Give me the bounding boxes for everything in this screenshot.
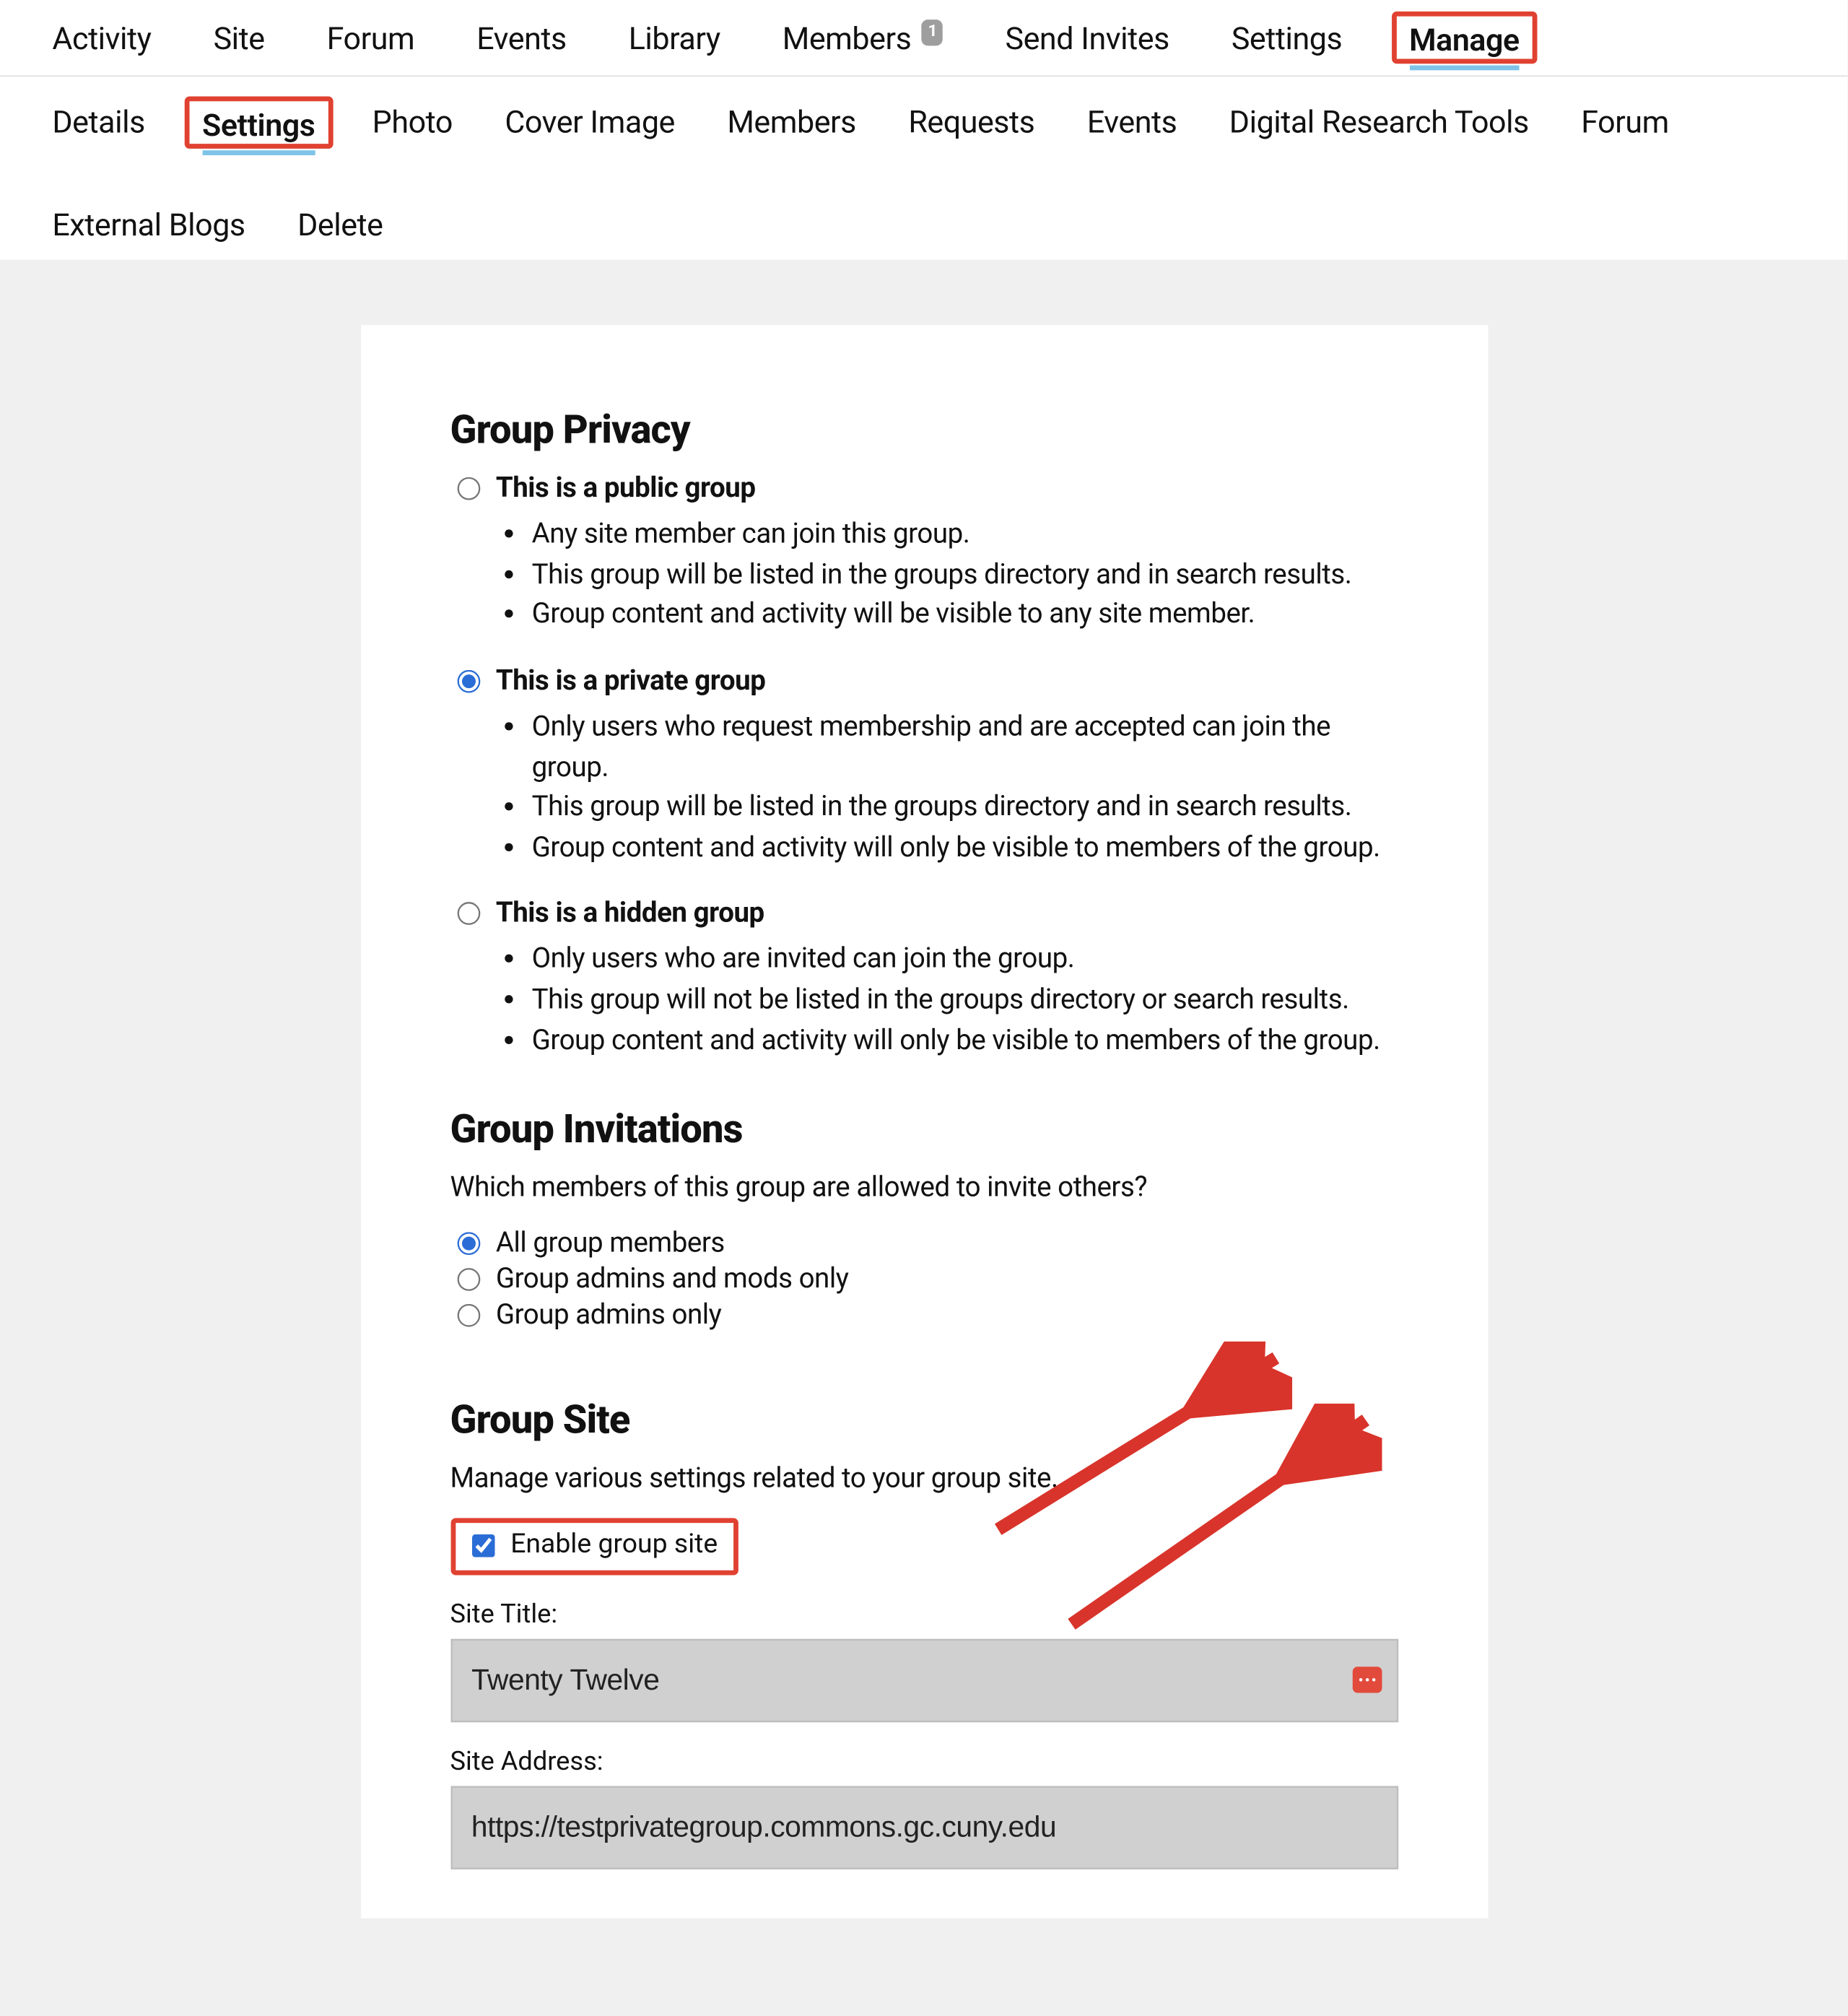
label-site-address: Site Address: xyxy=(450,1745,1398,1776)
radio-hidden-group[interactable] xyxy=(457,903,480,926)
subnav-settings[interactable]: Settings xyxy=(202,99,315,155)
nav-send-invites[interactable]: Send Invites xyxy=(1005,12,1169,63)
radio-invite-all[interactable] xyxy=(457,1233,480,1256)
list-item: Group content and activity will be visib… xyxy=(532,595,1398,635)
subnav-delete[interactable]: Delete xyxy=(297,199,383,250)
desc-private-group: Only users who request membership and ar… xyxy=(532,708,1398,869)
nav-forum[interactable]: Forum xyxy=(327,12,415,63)
group-site-desc: Manage various settings related to your … xyxy=(450,1463,1398,1495)
subnav-cover-image[interactable]: Cover Image xyxy=(505,97,675,147)
nav-manage[interactable]: Manage xyxy=(1409,14,1520,70)
radio-invite-admins-only[interactable] xyxy=(457,1305,480,1328)
password-manager-icon[interactable] xyxy=(1352,1667,1382,1693)
nav-activity[interactable]: Activity xyxy=(52,12,151,63)
label-invite-admins-mods: Group admins and mods only xyxy=(496,1264,849,1296)
nav-site[interactable]: Site xyxy=(214,12,265,63)
settings-card: Group Privacy This is a public group Any… xyxy=(360,325,1487,1918)
label-invite-admins-only: Group admins only xyxy=(496,1300,722,1332)
subnav-external-blogs[interactable]: External Blogs xyxy=(52,199,245,250)
checkbox-enable-group-site[interactable] xyxy=(471,1534,494,1557)
radio-invite-admins-mods[interactable] xyxy=(457,1269,480,1292)
subnav-events[interactable]: Events xyxy=(1087,97,1177,147)
secondary-nav: Details Settings Photo Cover Image Membe… xyxy=(52,77,1806,259)
label-site-title: Site Title: xyxy=(450,1598,1398,1629)
list-item: This group will be listed in the groups … xyxy=(532,788,1398,828)
list-item: This group will be listed in the groups … xyxy=(532,555,1398,596)
radio-private-group[interactable] xyxy=(457,670,480,693)
heading-group-site: Group Site xyxy=(450,1398,1398,1443)
highlight-settings: Settings xyxy=(184,95,333,147)
subnav-requests[interactable]: Requests xyxy=(908,97,1034,147)
nav-members[interactable]: Members 1 xyxy=(783,12,943,63)
subnav-photo[interactable]: Photo xyxy=(372,97,453,147)
primary-nav: Activity Site Forum Events Library Membe… xyxy=(52,6,1806,69)
list-item: Any site member can join this group. xyxy=(532,515,1398,555)
nav-members-label: Members xyxy=(783,19,912,56)
nav-events[interactable]: Events xyxy=(476,12,567,63)
nav-settings[interactable]: Settings xyxy=(1232,12,1342,63)
subnav-members[interactable]: Members xyxy=(727,97,856,147)
subnav-details[interactable]: Details xyxy=(52,97,144,147)
heading-group-invitations: Group Invitations xyxy=(450,1107,1398,1152)
list-item: Group content and activity will only be … xyxy=(532,828,1398,869)
subnav-forum[interactable]: Forum xyxy=(1581,97,1669,147)
list-item: Only users who request membership and ar… xyxy=(532,708,1398,788)
invitations-prompt: Which members of this group are allowed … xyxy=(450,1172,1398,1204)
list-item: Only users who are invited can join the … xyxy=(532,940,1398,981)
desc-public-group: Any site member can join this group. Thi… xyxy=(532,515,1398,635)
list-item: Group content and activity will only be … xyxy=(532,1021,1398,1061)
input-site-title[interactable] xyxy=(450,1639,1398,1722)
radio-public-group[interactable] xyxy=(457,477,480,500)
label-enable-group-site: Enable group site xyxy=(510,1530,718,1561)
highlight-enable-group-site: Enable group site xyxy=(450,1518,738,1575)
nav-library[interactable]: Library xyxy=(629,12,720,63)
annotation-arrow-icon xyxy=(964,1342,1291,1554)
label-hidden-group: This is a hidden group xyxy=(496,898,764,930)
heading-group-privacy: Group Privacy xyxy=(450,407,1398,452)
label-public-group: This is a public group xyxy=(496,472,756,505)
highlight-manage: Manage xyxy=(1391,12,1538,64)
label-invite-all: All group members xyxy=(496,1228,725,1260)
label-private-group: This is a private group xyxy=(496,665,766,698)
input-site-address[interactable] xyxy=(450,1786,1398,1869)
list-item: This group will not be listed in the gro… xyxy=(532,981,1398,1021)
subnav-digital-research-tools[interactable]: Digital Research Tools xyxy=(1229,97,1529,147)
members-count-badge: 1 xyxy=(922,19,943,45)
desc-hidden-group: Only users who are invited can join the … xyxy=(532,940,1398,1061)
